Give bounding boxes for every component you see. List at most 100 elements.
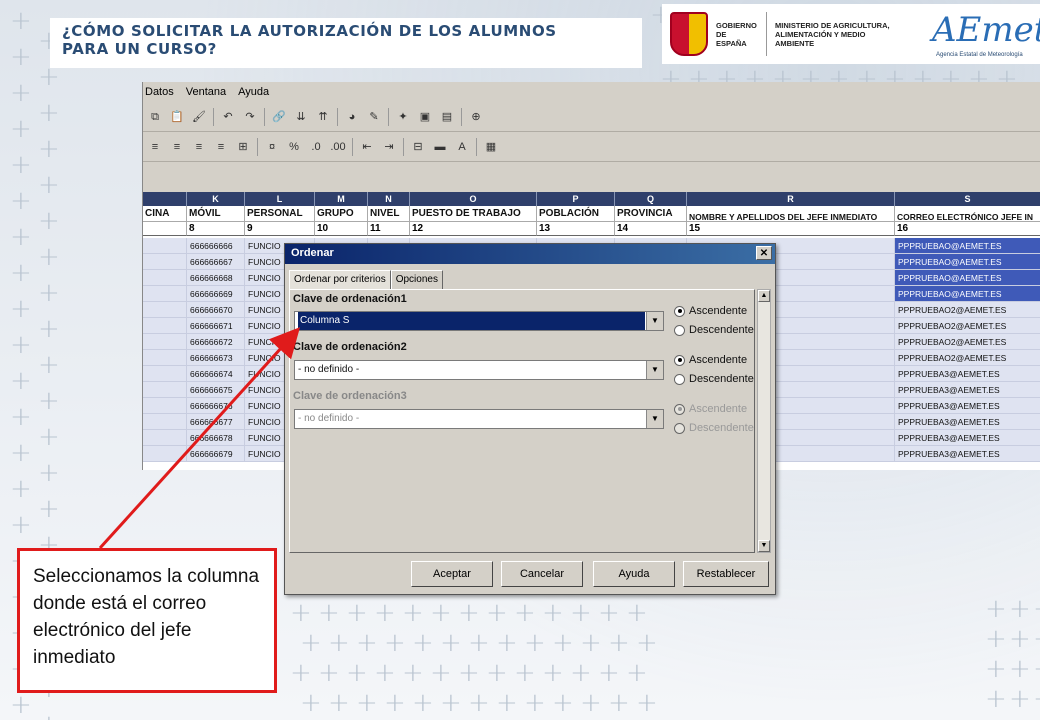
sort-key2-select[interactable]: - no definido - ▼	[294, 360, 664, 380]
reset-button[interactable]: Restablecer	[683, 561, 769, 587]
datasource-icon[interactable]: ▤	[439, 109, 455, 125]
table-cell[interactable]: PPPRUEBAO@AEMET.ES	[895, 286, 1040, 302]
remove-decimal-icon[interactable]: .00	[330, 139, 346, 155]
sort-ascending-icon[interactable]: ⇊	[293, 109, 309, 125]
table-cell[interactable]: 666666666	[187, 238, 245, 254]
redo-icon[interactable]: ↷	[242, 109, 258, 125]
table-cell[interactable]: PPPRUEBA3@AEMET.ES	[895, 398, 1040, 414]
column-header-m[interactable]: M	[315, 192, 368, 206]
format-paintbrush-icon[interactable]: 🖌	[191, 109, 207, 125]
table-cell[interactable]: 666666678	[187, 430, 245, 446]
number-cell[interactable]: 9	[245, 222, 315, 236]
header-cell[interactable]: CORREO ELECTRÓNICO JEFE IN	[895, 206, 1040, 222]
table-cell[interactable]: 666666672	[187, 334, 245, 350]
column-header-r[interactable]: R	[687, 192, 895, 206]
table-cell[interactable]: PPPRUEBA3@AEMET.ES	[895, 430, 1040, 446]
number-cell[interactable]: 11	[368, 222, 410, 236]
header-cell[interactable]: GRUPO	[315, 206, 368, 222]
table-cell[interactable]: PPPRUEBAO2@AEMET.ES	[895, 318, 1040, 334]
number-cell[interactable]: 8	[187, 222, 245, 236]
navigator-icon[interactable]: ✦	[395, 109, 411, 125]
table-cell[interactable]	[143, 398, 187, 414]
paste-icon[interactable]: 📋	[169, 109, 185, 125]
sort-key2-ascending[interactable]: Ascendente	[674, 354, 747, 366]
hyperlink-icon[interactable]: 🔗	[271, 109, 287, 125]
currency-icon[interactable]: ¤	[264, 139, 280, 155]
dialog-scrollbar[interactable]: ▲ ▼	[757, 289, 771, 553]
table-cell[interactable]	[143, 286, 187, 302]
close-icon[interactable]: ✕	[756, 246, 772, 260]
table-cell[interactable]	[143, 302, 187, 318]
table-cell[interactable]	[143, 446, 187, 462]
table-cell[interactable]	[143, 254, 187, 270]
percent-icon[interactable]: %	[286, 139, 302, 155]
tab-sort-criteria[interactable]: Ordenar por criterios	[289, 270, 391, 290]
header-cell[interactable]: NOMBRE Y APELLIDOS DEL JEFE INMEDIATO	[687, 206, 895, 222]
gallery-icon[interactable]: ▣	[417, 109, 433, 125]
table-cell[interactable]	[143, 382, 187, 398]
number-cell[interactable]: 16	[895, 222, 1040, 236]
table-cell[interactable]: PPPRUEBAO2@AEMET.ES	[895, 302, 1040, 318]
table-cell[interactable]	[143, 366, 187, 382]
table-cell[interactable]: PPPRUEBAO2@AEMET.ES	[895, 334, 1040, 350]
number-cell[interactable]: 12	[410, 222, 537, 236]
number-cell[interactable]	[143, 222, 187, 236]
table-cell[interactable]	[143, 270, 187, 286]
merge-cells-icon[interactable]: ⊞	[235, 139, 251, 155]
chevron-down-icon[interactable]: ▼	[646, 361, 663, 379]
table-cell[interactable]: 666666677	[187, 414, 245, 430]
column-header-l[interactable]: L	[245, 192, 315, 206]
menu-ventana[interactable]: Ventana	[186, 86, 226, 102]
tab-options[interactable]: Opciones	[390, 270, 443, 290]
align-center-icon[interactable]: ≡	[169, 139, 185, 155]
table-cell[interactable]: PPPRUEBAO2@AEMET.ES	[895, 350, 1040, 366]
header-cell[interactable]: PERSONAL	[245, 206, 315, 222]
sort-key2-descending[interactable]: Descendente	[674, 373, 754, 385]
add-decimal-icon[interactable]: .0	[308, 139, 324, 155]
cancel-button[interactable]: Cancelar	[501, 561, 583, 587]
table-cell[interactable]: 666666679	[187, 446, 245, 462]
chevron-down-icon[interactable]: ▼	[646, 312, 663, 330]
table-cell[interactable]: PPPRUEBA3@AEMET.ES	[895, 366, 1040, 382]
table-cell[interactable]: PPPRUEBAO@AEMET.ES	[895, 238, 1040, 254]
column-header-p[interactable]: P	[537, 192, 615, 206]
table-cell[interactable]	[143, 334, 187, 350]
column-header-s[interactable]: S	[895, 192, 1040, 206]
align-left-icon[interactable]: ≡	[147, 139, 163, 155]
number-cell[interactable]: 15	[687, 222, 895, 236]
table-cell[interactable]: PPPRUEBAO@AEMET.ES	[895, 254, 1040, 270]
undo-icon[interactable]: ↶	[220, 109, 236, 125]
header-cell[interactable]: NIVEL	[368, 206, 410, 222]
table-cell[interactable]: 666666671	[187, 318, 245, 334]
table-cell[interactable]: 666666667	[187, 254, 245, 270]
header-cell[interactable]: MÓVIL	[187, 206, 245, 222]
number-cell[interactable]: 14	[615, 222, 687, 236]
borders-icon[interactable]: ⊟	[410, 139, 426, 155]
table-cell[interactable]: 666666676	[187, 398, 245, 414]
column-header-q[interactable]: Q	[615, 192, 687, 206]
background-color-icon[interactable]: ▬	[432, 139, 448, 155]
help-icon[interactable]: ⊕	[468, 109, 484, 125]
scroll-down-icon[interactable]: ▼	[758, 540, 770, 552]
table-cell[interactable]: 666666670	[187, 302, 245, 318]
table-cell[interactable]: 666666673	[187, 350, 245, 366]
radio-icon[interactable]	[674, 324, 685, 336]
table-cell[interactable]	[143, 430, 187, 446]
radio-icon[interactable]	[674, 373, 685, 385]
header-cell[interactable]: PROVINCIA	[615, 206, 687, 222]
scroll-up-icon[interactable]: ▲	[758, 290, 770, 302]
table-cell[interactable]: PPPRUEBA3@AEMET.ES	[895, 382, 1040, 398]
table-cell[interactable]: 666666674	[187, 366, 245, 382]
table-cell[interactable]: 666666669	[187, 286, 245, 302]
menu-ayuda[interactable]: Ayuda	[238, 86, 269, 102]
radio-selected-icon[interactable]	[674, 305, 685, 317]
table-cell[interactable]: PPPRUEBA3@AEMET.ES	[895, 414, 1040, 430]
radio-selected-icon[interactable]	[674, 354, 685, 366]
justify-icon[interactable]: ≡	[213, 139, 229, 155]
sort-key1-descending[interactable]: Descendente	[674, 324, 754, 336]
copy-icon[interactable]: ⧉	[147, 109, 163, 125]
sort-key1-ascending[interactable]: Ascendente	[674, 305, 747, 317]
table-cell[interactable]	[143, 318, 187, 334]
table-cell[interactable]	[143, 238, 187, 254]
align-right-icon[interactable]: ≡	[191, 139, 207, 155]
